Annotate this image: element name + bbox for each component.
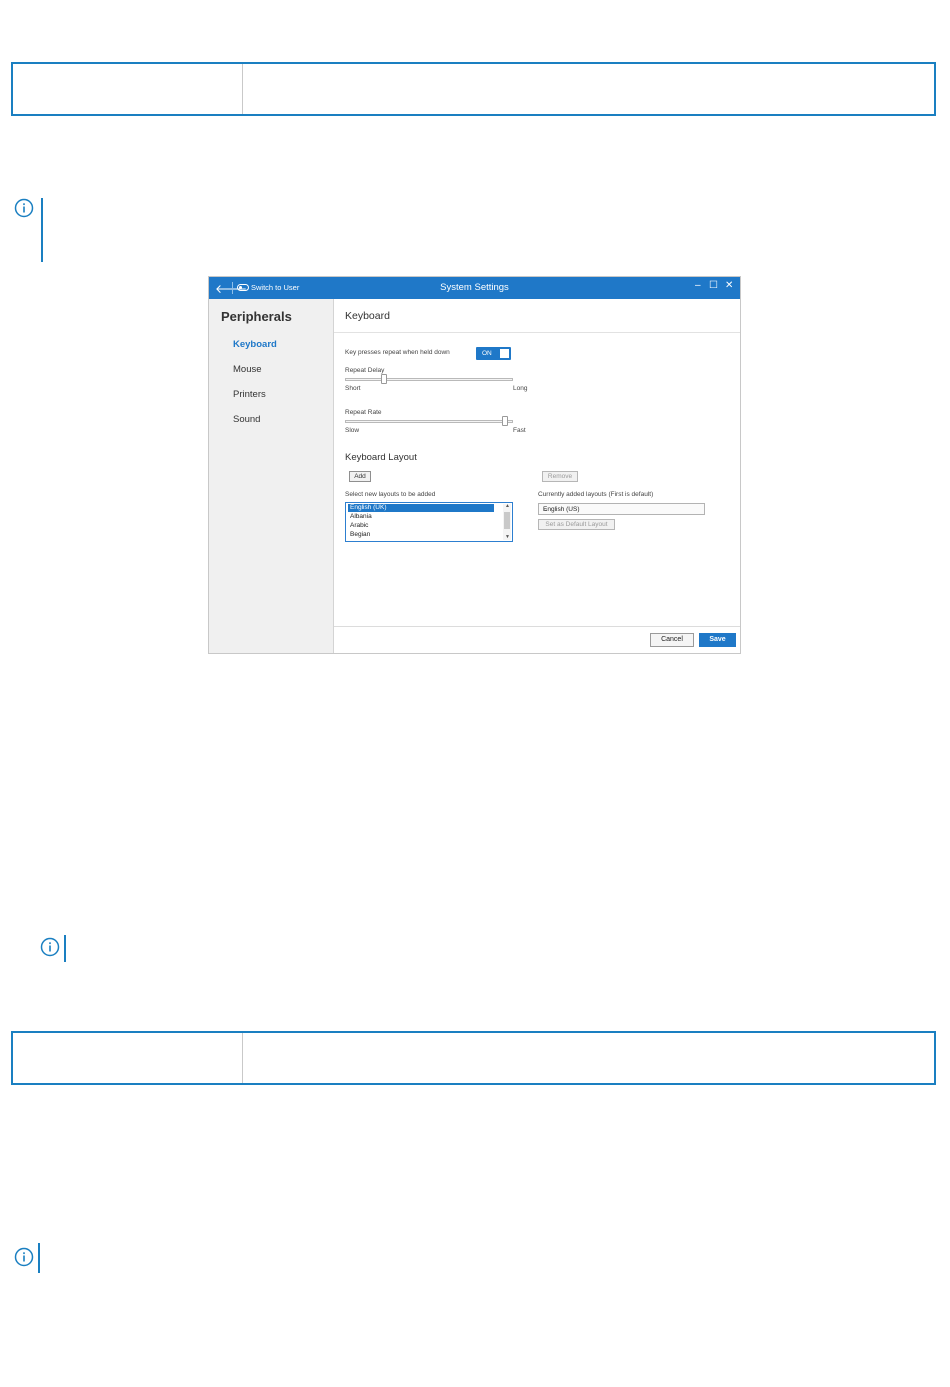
sidebar-item-mouse[interactable]: Mouse xyxy=(233,364,262,375)
note-bar xyxy=(41,198,43,262)
minimize-icon[interactable]: – xyxy=(695,280,701,291)
repeat-rate-slider[interactable] xyxy=(502,416,509,426)
info-icon xyxy=(14,198,34,218)
repeat-rate-track xyxy=(345,420,513,423)
remove-button[interactable]: Remove xyxy=(542,471,578,482)
scroll-up-icon[interactable]: ▲ xyxy=(505,503,510,509)
current-layout-select[interactable]: English (US) ⌄ xyxy=(538,503,705,515)
table-column-divider xyxy=(242,64,243,114)
new-layouts-label: Select new layouts to be added xyxy=(345,491,436,498)
system-settings-window: 🡐 Switch to User System Settings – ☐ ✕ P… xyxy=(208,276,741,654)
note-bar xyxy=(64,935,66,962)
repeat-delay-slider[interactable] xyxy=(380,374,387,384)
close-icon[interactable]: ✕ xyxy=(725,280,733,291)
repeat-delay-max: Long xyxy=(513,385,528,392)
bottom-table-header xyxy=(11,1031,936,1085)
list-item[interactable]: Albania xyxy=(348,513,494,521)
sidebar: Peripherals Keyboard Mouse Printers Soun… xyxy=(209,299,334,653)
keyboard-layout-heading: Keyboard Layout xyxy=(345,452,417,463)
keyboard-pane: Keyboard Key presses repeat when held do… xyxy=(334,299,740,653)
sidebar-heading: Peripherals xyxy=(221,309,292,324)
repeat-toggle[interactable]: ON xyxy=(476,347,511,360)
scrollbar-thumb[interactable] xyxy=(504,512,510,529)
info-icon xyxy=(14,1247,34,1267)
set-default-layout-button[interactable]: Set as Default Layout xyxy=(538,519,615,530)
pane-title: Keyboard xyxy=(345,310,390,322)
sidebar-item-printers[interactable]: Printers xyxy=(233,389,266,400)
window-title: System Settings xyxy=(440,282,509,293)
title-bar: 🡐 Switch to User System Settings – ☐ ✕ xyxy=(209,277,740,299)
repeat-delay-track xyxy=(345,378,513,381)
new-layouts-list[interactable]: English (UK) Albania Arabic Begian ▲ ▼ xyxy=(345,502,513,542)
toggle-knob xyxy=(500,349,509,358)
repeat-rate-max: Fast xyxy=(513,427,526,434)
pane-divider xyxy=(334,332,740,333)
footer-divider xyxy=(334,626,740,627)
maximize-icon[interactable]: ☐ xyxy=(709,280,718,291)
top-table-header xyxy=(11,62,936,116)
repeat-rate-min: Slow xyxy=(345,427,360,434)
list-item[interactable]: Arabic xyxy=(348,522,494,530)
current-layouts-label: Currently added layouts (First is defaul… xyxy=(538,491,654,498)
save-button[interactable]: Save xyxy=(699,633,736,647)
list-item[interactable]: Begian xyxy=(348,531,494,539)
table-column-divider xyxy=(242,1033,243,1083)
scroll-down-icon[interactable]: ▼ xyxy=(505,534,510,540)
info-icon xyxy=(40,937,60,957)
sidebar-item-keyboard[interactable]: Keyboard xyxy=(233,339,277,350)
repeat-label: Key presses repeat when held down xyxy=(345,349,450,356)
toggle-state: ON xyxy=(482,350,492,357)
repeat-rate-label: Repeat Rate xyxy=(345,409,382,416)
cancel-button[interactable]: Cancel xyxy=(650,633,694,647)
note-bar xyxy=(38,1243,40,1273)
sidebar-item-sound[interactable]: Sound xyxy=(233,414,260,425)
chevron-down-icon: ⌄ xyxy=(543,506,549,513)
list-item[interactable]: English (UK) xyxy=(348,504,494,512)
add-button[interactable]: Add xyxy=(349,471,371,482)
repeat-delay-label: Repeat Delay xyxy=(345,367,385,374)
repeat-delay-min: Short xyxy=(345,385,361,392)
